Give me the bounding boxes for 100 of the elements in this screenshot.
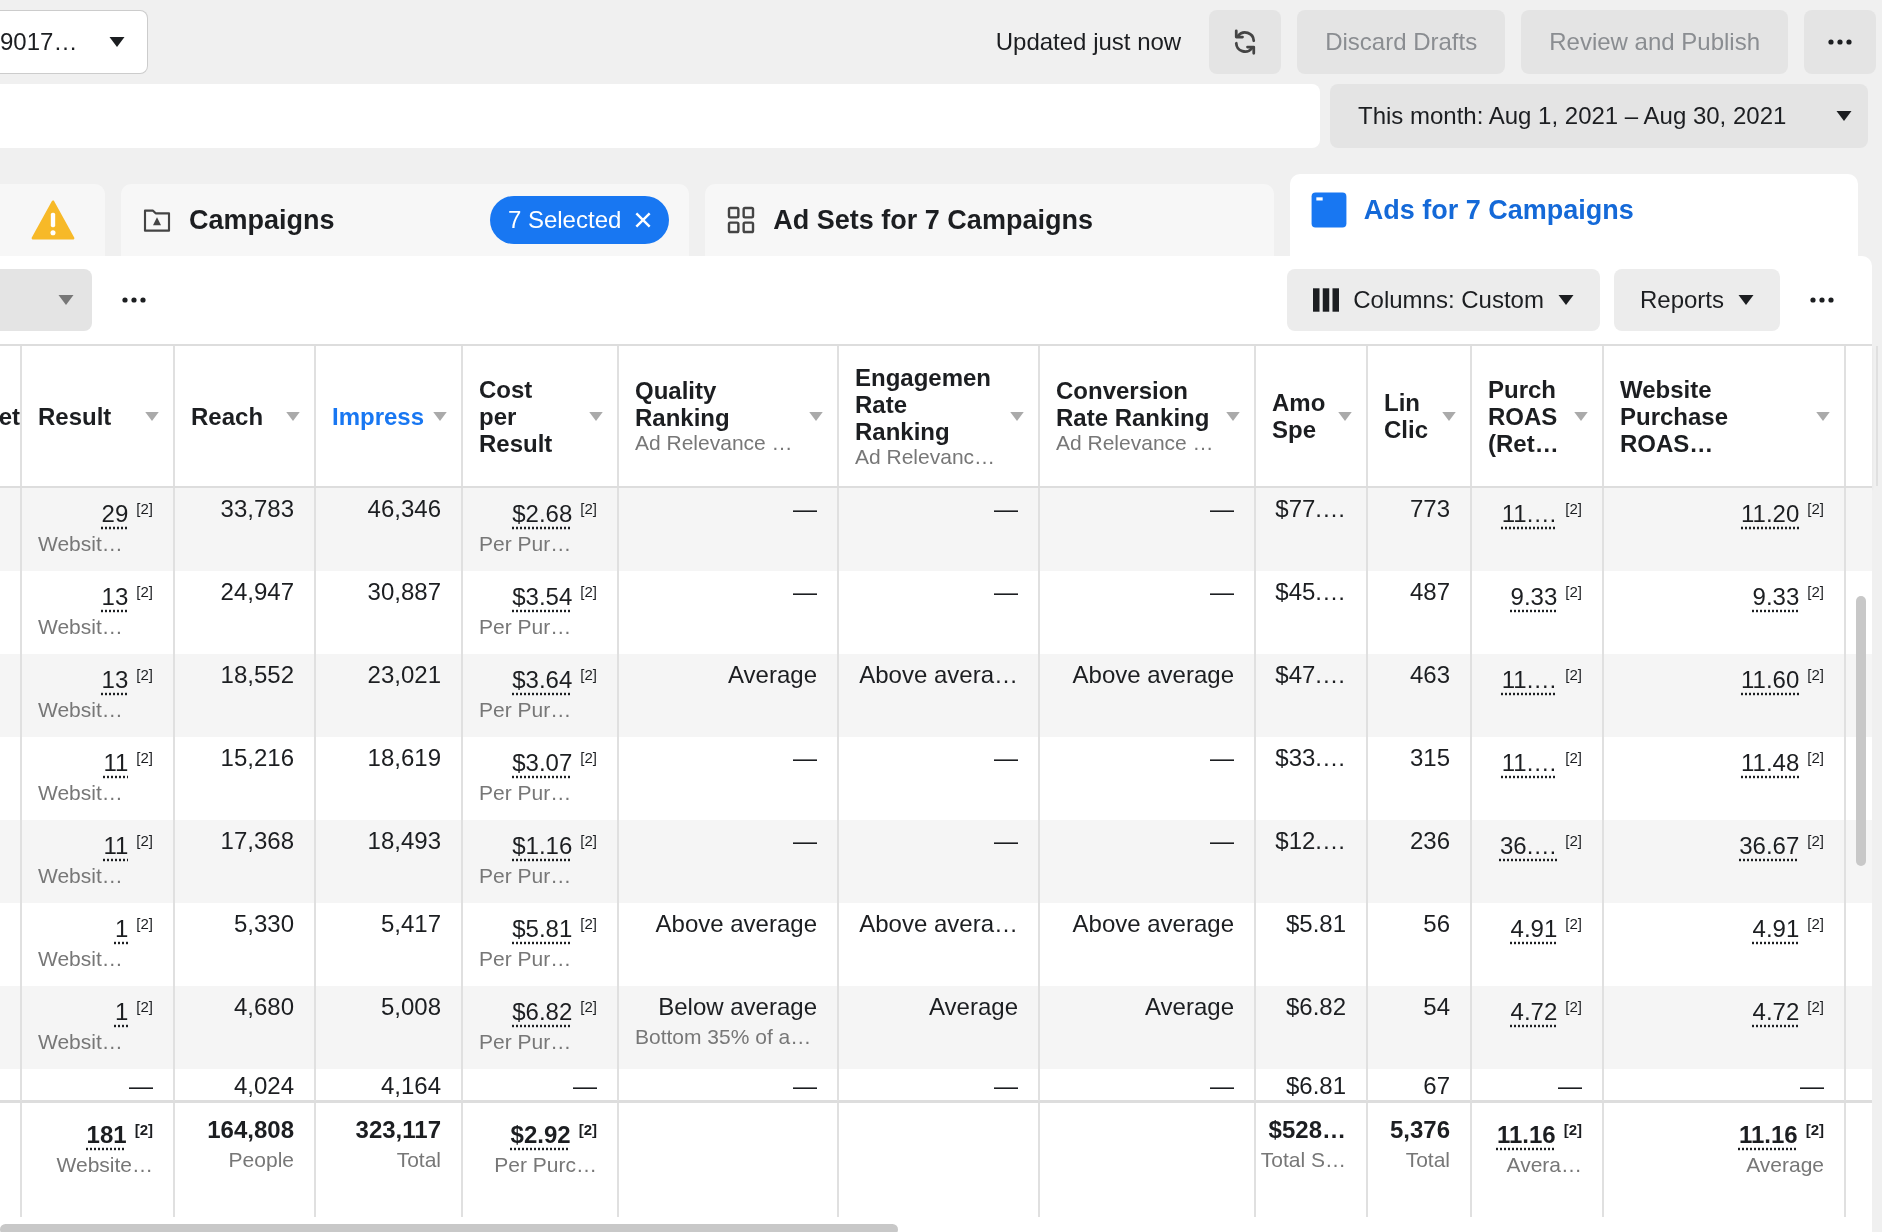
table-cell-text: 11.… $^{[2]}$	[1501, 499, 1582, 529]
sort-caret-icon[interactable]	[1574, 411, 1588, 421]
caret-icon	[1557, 295, 1574, 305]
total-cell: 164,808	[207, 1115, 294, 1145]
total-cell-text: $2.92 $^{[2]}$	[510, 1120, 597, 1150]
table-cell: 4,164	[380, 1071, 441, 1101]
table-cell: —	[994, 494, 1018, 524]
sort-caret-icon[interactable]	[809, 411, 823, 421]
column-header[interactable]: Purch ROAS (Ret…	[1488, 375, 1568, 457]
total-cell-text: 11.16 $^{[2]}$	[1496, 1120, 1582, 1150]
cell-caption: Per Pur…	[479, 531, 573, 557]
sort-caret-icon[interactable]	[286, 411, 300, 421]
sort-caret-icon[interactable]	[589, 411, 603, 421]
sort-caret-icon[interactable]	[1816, 411, 1830, 421]
table-cell: 5,008	[380, 992, 441, 1022]
table-cell-text: 1 $^{[2]}$	[114, 914, 153, 944]
cell-caption: Per Pur…	[479, 863, 573, 889]
table-cell: 487	[1409, 577, 1450, 607]
scrollbar-thumb[interactable]	[1856, 596, 1866, 866]
column-header: et	[0, 402, 20, 430]
table-cell-text: $2.68 $^{[2]}$	[512, 499, 597, 529]
table-cell: 18,493	[367, 826, 441, 856]
table-cell: —	[994, 743, 1018, 773]
selection-chip[interactable]: 7 Selected	[489, 196, 670, 244]
table-cell: 46,346	[367, 494, 441, 524]
table-cell: 30,887	[367, 577, 441, 607]
table-cell: 54	[1423, 992, 1450, 1022]
table-cell: —	[793, 826, 817, 856]
table-cell: —	[793, 1071, 817, 1101]
table-cell-text: $3.54 $^{[2]}$	[512, 582, 597, 612]
column-header[interactable]: Amo Spe	[1272, 389, 1332, 443]
warning-tab[interactable]	[0, 184, 105, 256]
table-cell: 4,680	[233, 992, 294, 1022]
total-cell-text: 11.16 $^{[2]}$	[1738, 1120, 1824, 1150]
table-cell: 33,783	[220, 494, 294, 524]
column-subtitle: Ad Relevance …	[635, 431, 794, 455]
table-cell: Above average	[655, 909, 817, 939]
refresh-button[interactable]	[1209, 10, 1282, 74]
level-tab[interactable]: Ad Sets for 7 Campaigns	[705, 184, 1274, 256]
column-header[interactable]: Result	[38, 402, 139, 430]
reports-dropdown[interactable]: Reports	[1613, 269, 1780, 331]
cell-caption: Website…	[56, 1152, 153, 1178]
column-header[interactable]: Lin Clic	[1384, 389, 1436, 443]
close-icon	[635, 212, 652, 228]
table-cell: —	[573, 1071, 597, 1101]
cell-caption: Websit…	[38, 946, 124, 972]
table-cell: —	[1210, 826, 1234, 856]
table-cell: 18,552	[220, 660, 294, 690]
sort-caret-icon[interactable]	[1010, 411, 1024, 421]
table-cell-text: $5.81 $^{[2]}$	[512, 914, 597, 944]
table-cell-text: 13 $^{[2]}$	[101, 582, 153, 612]
scrollbar-thumb[interactable]	[0, 1223, 898, 1232]
table-cell: 24,947	[220, 577, 294, 607]
table-cell: 56	[1423, 909, 1450, 939]
total-cell: 5,376	[1389, 1115, 1450, 1145]
table-cell-text: 11 $^{[2]}$	[103, 748, 153, 778]
column-header[interactable]: Conversion Rate Ranking	[1056, 377, 1220, 431]
table-cell: —	[1210, 743, 1234, 773]
sort-caret-icon[interactable]	[1338, 411, 1352, 421]
table-cell: Above average	[1072, 909, 1234, 939]
column-header[interactable]: Impress	[332, 402, 427, 430]
cell-caption: Websit…	[38, 614, 124, 640]
table-cell: 23,021	[367, 660, 441, 690]
column-header[interactable]: Cost per Result	[479, 375, 583, 457]
table-cell: $77.…	[1275, 494, 1346, 524]
table-cell: —	[1210, 494, 1234, 524]
level-tab[interactable]: Campaigns 7 Selected	[121, 184, 690, 256]
cell-caption: Total	[1405, 1147, 1450, 1173]
table-cell-text: $6.82 $^{[2]}$	[512, 997, 597, 1027]
table-cell-text: 29 $^{[2]}$	[101, 499, 153, 529]
caret-icon	[109, 37, 125, 47]
sort-caret-icon[interactable]	[1226, 411, 1240, 421]
table-cell-text: $3.64 $^{[2]}$	[512, 665, 597, 695]
cell-caption: Websit…	[38, 697, 124, 723]
table-cell: 67	[1423, 1071, 1450, 1101]
table-cell-text: 4.91 $^{[2]}$	[1510, 914, 1582, 944]
column-header[interactable]: Engagemen Rate Ranking	[855, 363, 1004, 445]
table-cell: Average	[929, 992, 1018, 1022]
total-cell: $528…	[1268, 1115, 1346, 1145]
columns-dropdown[interactable]: Columns: Custom	[1287, 269, 1600, 331]
column-header[interactable]: Reach	[191, 402, 280, 430]
table-cell: Below average	[658, 992, 817, 1022]
cell-caption: Total S…	[1260, 1147, 1346, 1173]
sort-caret-icon[interactable]	[1442, 411, 1456, 421]
sort-caret-icon[interactable]	[145, 411, 159, 421]
cell-caption: Websit…	[38, 780, 124, 806]
column-header[interactable]: Website Purchase ROAS…	[1620, 375, 1810, 457]
table-cell: —	[793, 743, 817, 773]
sort-caret-icon[interactable]	[433, 411, 447, 421]
column-header[interactable]: Quality Ranking	[635, 377, 803, 431]
table-cell: $5.81	[1285, 909, 1346, 939]
account-dropdown[interactable]: 9017…	[0, 10, 148, 74]
date-range-dropdown[interactable]: This month: Aug 1, 2021 – Aug 30, 2021	[1330, 84, 1868, 148]
table-cell-text: $1.16 $^{[2]}$	[512, 831, 597, 861]
table-cell: —	[1210, 577, 1234, 607]
table-cell-text: 9.33 $^{[2]}$	[1752, 582, 1824, 612]
table-cell: 315	[1409, 743, 1450, 773]
level-tab[interactable]: Ads for 7 Campaigns	[1289, 174, 1858, 256]
table-cell: Above avera…	[859, 909, 1018, 939]
table-cell: Above avera…	[859, 660, 1018, 690]
